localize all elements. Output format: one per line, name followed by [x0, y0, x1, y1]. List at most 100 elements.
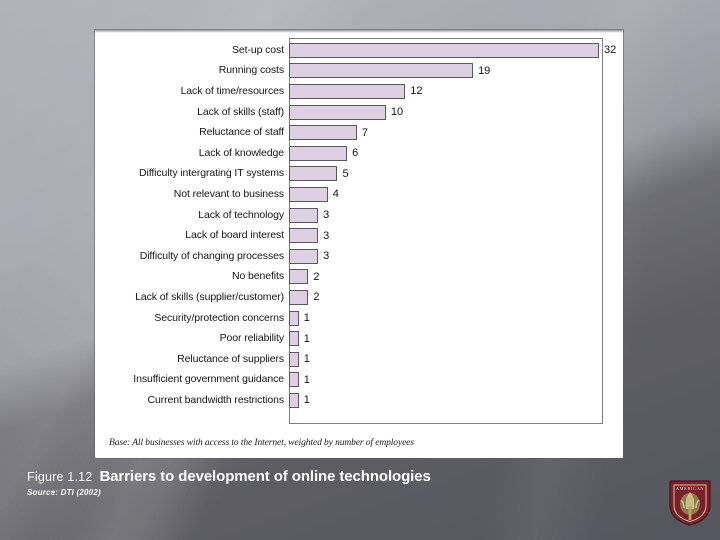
bar-row: Difficulty intergrating IT systems 5 — [105, 164, 613, 185]
bar-row: Poor reliability 1 — [105, 328, 613, 349]
bar-category-label: Lack of board interest — [185, 229, 284, 242]
bar-category-label: Lack of technology — [198, 208, 284, 221]
bar-track: 2 — [289, 287, 613, 308]
bar-value-label: 32 — [604, 44, 617, 57]
panel-top-shadow — [95, 30, 623, 33]
bar-row: Reluctance of suppliers 1 — [105, 349, 613, 370]
bar-category-label: Lack of skills (supplier/customer) — [135, 290, 284, 303]
bar-row: No benefits 2 — [105, 267, 613, 288]
chart-base-note: Base: All businesses with access to the … — [109, 438, 414, 448]
bar — [289, 104, 386, 120]
bar-value-label: 4 — [332, 188, 339, 201]
bar-row: Lack of technology 3 — [105, 205, 613, 226]
svg-text:AMERICAN: AMERICAN — [676, 486, 704, 491]
bar-category-label: Lack of knowledge — [198, 146, 284, 159]
bar-track: 4 — [289, 184, 613, 205]
bar-row: Difficulty of changing processes 3 — [105, 246, 613, 267]
bar — [289, 228, 319, 244]
bar-row: Lack of time/resources 12 — [105, 81, 613, 102]
bar — [289, 269, 309, 285]
bar-track: 3 — [289, 225, 613, 246]
bar-value-label: 7 — [361, 126, 368, 139]
bar — [289, 392, 299, 408]
bar-track: 1 — [289, 308, 613, 329]
bar-value-label: 3 — [323, 209, 330, 222]
bar-category-label: Lack of skills (staff) — [197, 105, 284, 118]
slide-canvas: Set-up cost 32 Running costs 19 Lack of time… — [0, 0, 720, 540]
figure-caption: Figure 1.12 Barriers to development of o… — [27, 468, 647, 497]
bar — [289, 125, 357, 141]
bar-category-label: Not relevant to business — [173, 187, 284, 200]
bar — [289, 145, 348, 161]
bar — [289, 166, 338, 182]
bar-value-label: 1 — [303, 312, 310, 325]
bar-row: Lack of knowledge 6 — [105, 143, 613, 164]
bar-value-label: 2 — [313, 291, 320, 304]
caption-line: Figure 1.12 Barriers to development of o… — [27, 468, 647, 485]
bar-track: 32 — [289, 40, 616, 61]
bar — [289, 289, 309, 305]
bar-track: 1 — [289, 328, 613, 349]
bar — [289, 186, 328, 202]
bar-row: Running costs 19 — [105, 61, 613, 82]
bar-track: 1 — [289, 349, 613, 370]
bar-rows: Set-up cost 32 Running costs 19 Lack of time… — [105, 40, 616, 411]
bar-category-label: Running costs — [218, 64, 284, 77]
figure-source: Source: DTI (2002) — [27, 488, 101, 497]
bar — [289, 42, 599, 58]
bar-value-label: 3 — [323, 250, 330, 263]
bar-track: 6 — [289, 143, 613, 164]
bar — [289, 331, 299, 347]
bar-category-label: Security/protection concerns — [154, 311, 284, 324]
bar-track: 3 — [289, 205, 613, 226]
bar-track: 2 — [289, 267, 613, 288]
bar-value-label: 10 — [390, 106, 404, 119]
bar-row: Security/protection concerns 1 — [105, 308, 613, 329]
bar-row: Lack of skills (staff) 10 — [105, 102, 613, 123]
bar-category-label: Insufficient government guidance — [133, 373, 284, 386]
bar-track: 7 — [289, 122, 613, 143]
university-logo: AMERICAN — [668, 478, 712, 526]
bar — [289, 83, 406, 99]
bar-row: Not relevant to business 4 — [105, 184, 613, 205]
bar-value-label: 2 — [313, 270, 320, 283]
bar-value-label: 5 — [342, 167, 349, 180]
bar-value-label: 1 — [303, 373, 310, 386]
bar-category-label: Difficulty of changing processes — [139, 249, 284, 262]
figure-number: Figure 1.12 — [27, 470, 93, 484]
bar-category-label: No benefits — [231, 270, 284, 283]
bar — [289, 310, 299, 326]
bar-row: Current bandwidth restrictions 1 — [105, 390, 613, 411]
bar-value-label: 1 — [303, 394, 310, 407]
bar-row: Insufficient government guidance 1 — [105, 370, 613, 391]
bar-category-label: Set-up cost — [231, 43, 284, 56]
bar-row: Lack of skills (supplier/customer) 2 — [105, 287, 613, 308]
bar-category-label: Lack of time/resources — [180, 84, 285, 97]
bar-value-label: 12 — [410, 85, 423, 98]
bar-category-label: Reluctance of staff — [199, 126, 284, 139]
bar-chart: Set-up cost 32 Running costs 19 Lack of time… — [105, 36, 616, 426]
bar-row: Reluctance of staff 7 — [105, 122, 613, 143]
bar-value-label: 19 — [478, 64, 491, 77]
bar-track: 1 — [289, 390, 613, 411]
bar-category-label: Reluctance of suppliers — [177, 352, 284, 365]
figure-panel: Set-up cost 32 Running costs 19 Lack of time… — [95, 30, 623, 458]
bar-value-label: 6 — [352, 147, 359, 160]
bar-value-label: 1 — [303, 332, 310, 345]
bar-category-label: Difficulty intergrating IT systems — [138, 167, 284, 180]
bar — [289, 248, 319, 264]
bar-track: 10 — [289, 102, 613, 123]
bar-category-label: Poor reliability — [219, 332, 284, 345]
bar — [289, 207, 319, 223]
bar-value-label: 3 — [323, 229, 330, 242]
bar-category-label: Current bandwidth restrictions — [147, 393, 285, 406]
bar — [289, 372, 299, 388]
figure-title: Barriers to development of online techno… — [99, 468, 431, 485]
bar-track: 19 — [289, 61, 613, 82]
bar-track: 3 — [289, 246, 613, 267]
bar-row: Set-up cost 32 — [105, 40, 616, 61]
crest-icon: AMERICAN — [669, 480, 711, 526]
bar-track: 12 — [289, 81, 613, 102]
bar — [289, 351, 299, 367]
bar-value-label: 1 — [303, 353, 310, 366]
